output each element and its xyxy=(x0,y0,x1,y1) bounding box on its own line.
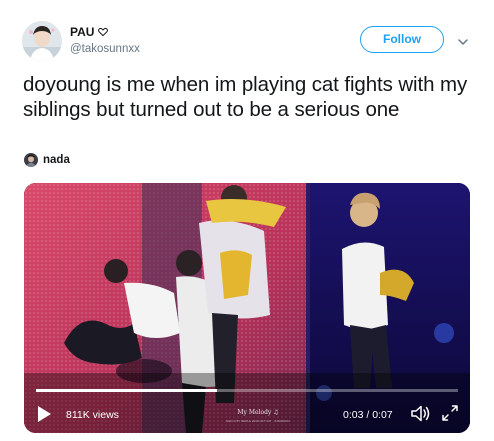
video-progress-fill xyxy=(36,389,218,392)
video-player[interactable]: 811K views My Melody ♫ NEO CITY SEOUL 20… xyxy=(24,183,470,433)
tweet-card: PAU @takosunnxx Follow doyoung is me whe… xyxy=(0,0,494,441)
tagged-user-name: nada xyxy=(43,154,70,166)
video-frame xyxy=(24,183,470,433)
tagged-user-avatar xyxy=(24,153,38,167)
avatar[interactable] xyxy=(22,21,62,61)
user-handle[interactable]: @takosunnxx xyxy=(70,43,140,55)
video-watermark-subtitle: NEO CITY SEOUL 2019 NCT 127 · JUNGWOO xyxy=(226,419,290,423)
follow-button[interactable]: Follow xyxy=(360,26,444,53)
video-progress-bar[interactable] xyxy=(36,389,458,392)
video-time: 0:03 / 0:07 xyxy=(343,409,393,421)
display-name[interactable]: PAU xyxy=(70,25,94,39)
chevron-down-icon[interactable] xyxy=(457,34,469,45)
volume-icon[interactable] xyxy=(410,404,430,423)
view-count: 811K views xyxy=(66,409,119,421)
tweet-text: doyoung is me when im playing cat fights… xyxy=(23,73,468,121)
fullscreen-icon[interactable] xyxy=(441,404,459,422)
tagged-user[interactable]: nada xyxy=(24,152,70,168)
video-watermark: My Melody ♫ xyxy=(237,409,279,416)
play-icon[interactable] xyxy=(36,405,52,423)
heart-outline-icon xyxy=(98,24,108,37)
